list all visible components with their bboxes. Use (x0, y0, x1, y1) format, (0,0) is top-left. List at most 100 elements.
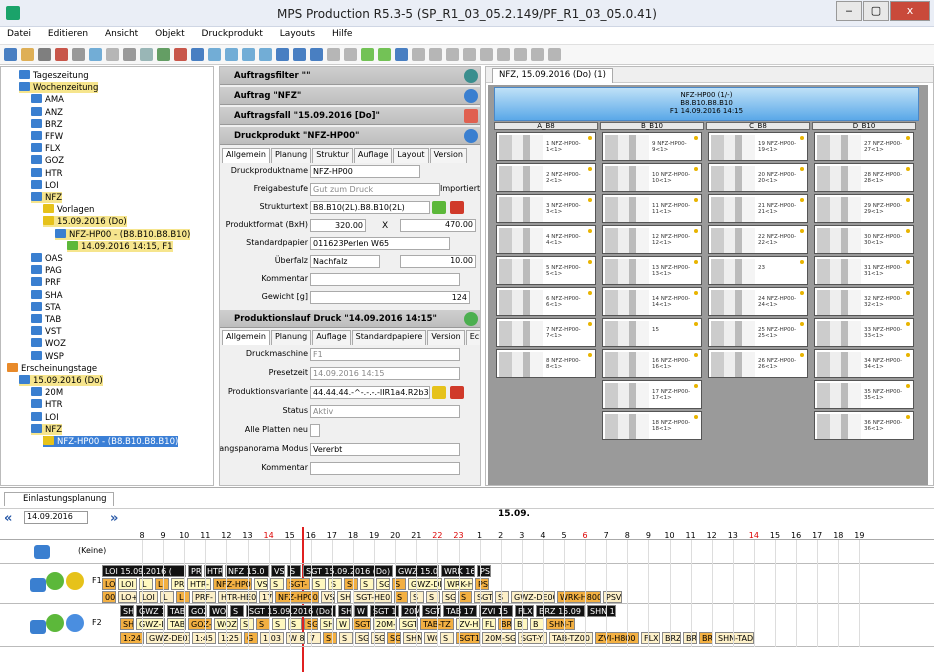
field-input[interactable]: Aktiv (310, 405, 460, 418)
planner-tab[interactable]: Einlastungsplanung (4, 492, 114, 506)
job-block[interactable]: 20M-SG (482, 632, 516, 644)
page-thumbnail[interactable]: 10 NFZ-HP00-10<1> (602, 163, 702, 192)
field-input[interactable]: Gut zum Druck (310, 183, 440, 196)
toolbar-button[interactable] (174, 48, 187, 61)
doc-tab[interactable]: NFZ, 15.09.2016 (Do) (1) (492, 68, 613, 83)
page-thumbnail[interactable]: 35 NFZ-HP00-35<1> (814, 380, 914, 409)
field-input[interactable]: NFZ-HP00 (310, 165, 420, 178)
job-block[interactable]: SGT (399, 618, 418, 630)
job-block[interactable]: SG (387, 632, 401, 644)
menu-layouts[interactable]: Layouts (273, 27, 322, 41)
toolbar-button[interactable] (157, 48, 170, 61)
job-block[interactable]: ZV-H (456, 618, 480, 630)
tree-item[interactable]: BRZ (31, 118, 63, 130)
toolbar-button[interactable] (327, 48, 340, 61)
tab-struktur[interactable]: Struktur (312, 148, 353, 163)
toolbar-button[interactable] (208, 48, 221, 61)
field-input[interactable]: Vererbt (310, 443, 460, 456)
toolbar-button[interactable] (446, 48, 459, 61)
job-block[interactable]: SG (355, 632, 369, 644)
field-input[interactable]: 320.00 (310, 219, 366, 232)
page-thumbnail[interactable]: 33 NFZ-HP00-33<1> (814, 318, 914, 347)
page-thumbnail[interactable]: 29 NFZ-HP00-29<1> (814, 194, 914, 223)
job-block[interactable]: 7 (307, 632, 321, 644)
job-block[interactable]: S (272, 618, 286, 630)
toolbar-button[interactable] (531, 48, 544, 61)
field-input[interactable]: 44.44.44.-^-.-.-.-IIR1a4.R2b3.R3a (310, 386, 430, 399)
page-thumbnail[interactable]: 14 NFZ-HP00-14<1> (602, 287, 702, 316)
job-block[interactable]: 20M- (373, 618, 397, 630)
page-thumbnail[interactable]: 18 NFZ-HP00-18<1> (602, 411, 702, 440)
job-block[interactable]: SH (120, 618, 134, 630)
job-block[interactable]: PRF- (192, 591, 216, 603)
page-thumbnail[interactable]: 28 NFZ-HP00-28<1> (814, 163, 914, 192)
job-block[interactable]: 1:24 (120, 632, 144, 644)
job-block[interactable]: PS (475, 578, 489, 590)
job-block[interactable]: S (392, 578, 406, 590)
importiert-checkbox[interactable]: Importiert (440, 184, 480, 193)
page-thumbnail[interactable]: 21 NFZ-HP00-21<1> (708, 194, 808, 223)
tree-item[interactable]: WOZ (31, 338, 66, 349)
job-block[interactable]: S (344, 578, 358, 590)
field-input[interactable] (310, 273, 460, 286)
job-block[interactable]: SG (376, 578, 390, 590)
job-block[interactable]: HTR- (187, 578, 211, 590)
tree-item[interactable]: AMA (31, 94, 64, 105)
menu-hilfe[interactable]: Hilfe (325, 27, 359, 41)
job-block[interactable]: S (312, 578, 326, 590)
toolbar-button[interactable] (276, 48, 289, 61)
job-block[interactable]: VS (254, 578, 268, 590)
job-block[interactable]: S (360, 578, 374, 590)
job-block[interactable]: LO (102, 578, 116, 590)
tab-eck[interactable]: Eck (465, 330, 480, 345)
job-block[interactable]: S (328, 578, 342, 590)
tree-item[interactable]: 15.09.2016 (Do) (43, 216, 127, 228)
job-block[interactable]: HTR (204, 565, 223, 577)
toolbar-button[interactable] (21, 48, 34, 61)
page-thumbnail[interactable]: 19 NFZ-HP00-19<1> (708, 132, 808, 161)
field-input[interactable]: 14.09.2016 14:15 (310, 367, 460, 380)
tree-item[interactable]: NFZ (31, 192, 63, 203)
job-block[interactable]: TAB 17 (443, 605, 477, 617)
job-block[interactable]: GWZ-DE00 (511, 591, 555, 603)
page-thumbnail[interactable]: 16 NFZ-HP00-16<1> (602, 349, 702, 378)
job-block[interactable]: S (339, 632, 353, 644)
page-thumbnail[interactable]: 20 NFZ-HP00-20<1> (708, 163, 808, 192)
tree-item[interactable]: PAG (31, 265, 62, 276)
field-input[interactable]: F1 (310, 348, 460, 361)
job-block[interactable]: S (323, 632, 337, 644)
toolbar-button[interactable] (123, 48, 136, 61)
field-input[interactable]: B8.B10(2L).B8.B10(2L) (310, 201, 430, 214)
toolbar-button[interactable] (4, 48, 17, 61)
page-thumbnail[interactable]: 32 NFZ-HP00-32<1> (814, 287, 914, 316)
toolbar-button[interactable] (293, 48, 306, 61)
tree-item[interactable]: LOI (31, 179, 59, 191)
job-block[interactable]: S (495, 591, 509, 603)
tab-layout[interactable]: Layout (393, 148, 429, 163)
tree-item[interactable]: 15.09.2016 (Do) (19, 375, 103, 386)
job-block[interactable]: SG (442, 591, 456, 603)
job-block[interactable]: S (270, 578, 284, 590)
toolbar-button[interactable] (191, 48, 204, 61)
layout-canvas[interactable]: NFZ-HP00 (1/-) B8.B10.B8.B10 F1 14.09.20… (488, 85, 928, 485)
tab-allgemein[interactable]: Allgemein (222, 148, 270, 163)
job-block[interactable]: PR (188, 565, 202, 577)
page-thumbnail[interactable]: 15 (602, 318, 702, 347)
menu-datei[interactable]: Datei (0, 27, 38, 41)
job-block[interactable]: 1:25 (218, 632, 242, 644)
field-input[interactable] (310, 462, 460, 475)
job-block[interactable]: 1:45 (192, 632, 216, 644)
toolbar-button[interactable] (361, 48, 374, 61)
section-auftragsfall[interactable]: Auftragsfall "15.09.2016 [Do]" (220, 107, 480, 125)
section-auftrag[interactable]: Auftrag "NFZ" (220, 87, 480, 105)
tree-item[interactable]: Erscheinungstage (7, 362, 97, 374)
job-block[interactable]: HTR-HE0 (218, 591, 257, 603)
job-block[interactable]: SGT 15.09.2016 (Do) (303, 565, 393, 577)
page-thumbnail[interactable]: 27 NFZ-HP00-27<1> (814, 132, 914, 161)
toolbar-button[interactable] (514, 48, 527, 61)
page-thumbnail[interactable]: 1 NFZ-HP00-1<1> (496, 132, 596, 161)
delete-icon[interactable] (450, 386, 464, 399)
edit-icon[interactable] (432, 201, 446, 214)
menu-druckprodukt[interactable]: Druckprodukt (195, 27, 270, 41)
tab-auflage[interactable]: Auflage (353, 148, 393, 163)
